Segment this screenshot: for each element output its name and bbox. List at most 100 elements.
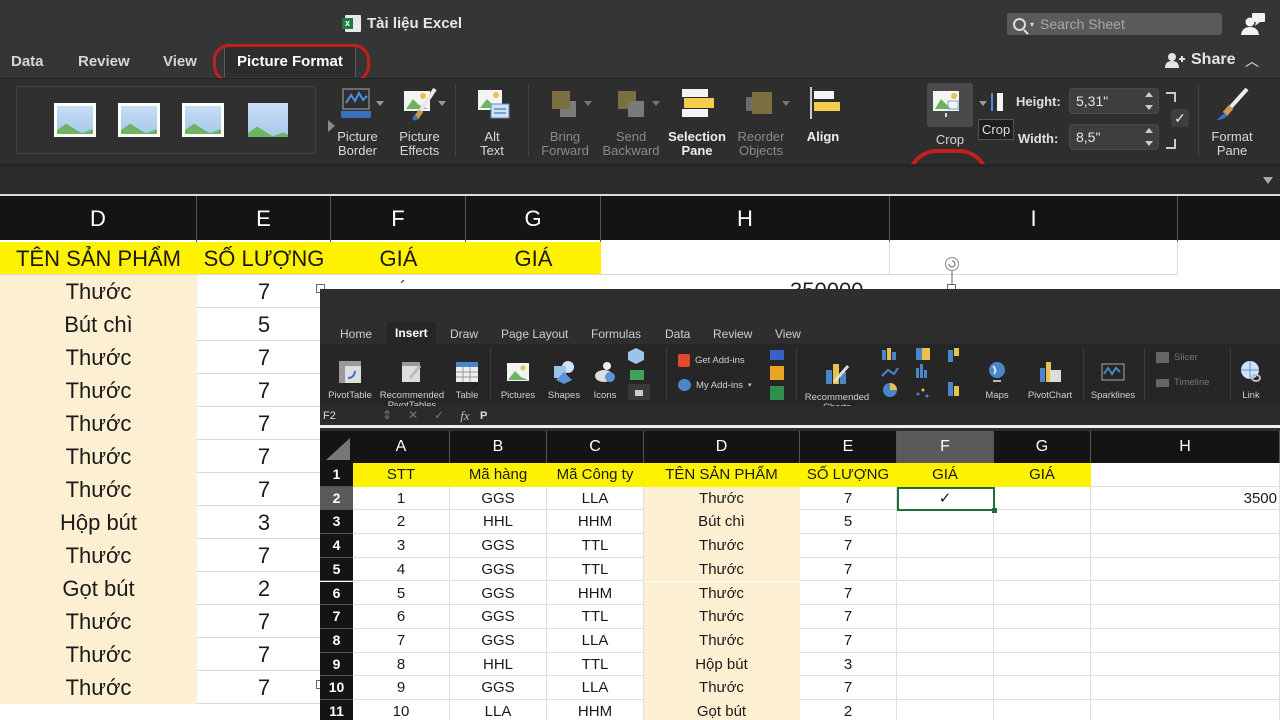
column-header[interactable]: F [331, 196, 466, 242]
cell[interactable] [994, 534, 1091, 558]
cell-quantity[interactable]: 3 [197, 506, 331, 539]
slicer-button[interactable]: Slicer [1156, 352, 1198, 363]
header-cell[interactable]: SỐ LƯỢNG [800, 463, 897, 487]
cell-quantity[interactable]: 7 [197, 374, 331, 407]
cell[interactable]: 3500 [1091, 486, 1280, 511]
cell[interactable]: 2 [800, 700, 897, 720]
cell[interactable]: Thước [644, 534, 800, 558]
cell[interactable] [1091, 605, 1280, 629]
cell[interactable]: HHM [547, 581, 644, 606]
cell[interactable]: 5 [353, 581, 450, 606]
row-header[interactable]: 9 [320, 652, 353, 677]
name-box-stepper-icon[interactable]: ⇕ [382, 408, 392, 424]
header-cell[interactable]: TÊN SẢN PHẨM [644, 463, 800, 487]
picture-style-thumbnail[interactable] [54, 103, 96, 137]
cell[interactable]: LLA [450, 700, 547, 720]
row-header[interactable]: 7 [320, 605, 353, 629]
cell-quantity[interactable]: 7 [197, 539, 331, 572]
cell[interactable]: GGS [450, 557, 547, 582]
cell[interactable]: Thước [644, 581, 800, 606]
cell[interactable]: TTL [547, 652, 644, 677]
stepper-up-icon[interactable] [1145, 128, 1153, 133]
width-stepper[interactable] [1144, 128, 1154, 146]
cell-product-name[interactable]: Thước [0, 440, 197, 473]
cell[interactable] [994, 557, 1091, 582]
enter-icon[interactable]: ✓ [434, 408, 444, 424]
link-button[interactable]: Link [1234, 350, 1268, 401]
column-header[interactable]: I [890, 196, 1178, 242]
header-cell[interactable]: STT [353, 463, 450, 487]
my-addins-button[interactable]: My Add-ins ▾ [678, 379, 752, 391]
cell[interactable] [897, 557, 994, 582]
sparklines-button[interactable]: Sparklines [1088, 350, 1138, 401]
cell[interactable]: 7 [800, 557, 897, 582]
height-field[interactable] [1069, 88, 1159, 114]
cell-product-name[interactable]: Thước [0, 341, 197, 374]
stepper-down-icon[interactable] [1145, 105, 1153, 110]
cell[interactable] [994, 605, 1091, 629]
cell-product-name[interactable]: Gọt bút [0, 572, 197, 605]
pictures-button[interactable]: Pictures [496, 350, 540, 401]
row-header[interactable]: 3 [320, 510, 353, 535]
cell[interactable]: 7 [800, 581, 897, 606]
header-cell[interactable]: Mã hàng [450, 463, 547, 487]
cell[interactable]: GGS [450, 486, 547, 511]
cell[interactable]: GGS [450, 534, 547, 558]
cell-product-name[interactable]: Thước [0, 605, 197, 638]
cell[interactable] [897, 700, 994, 720]
cell-product-name[interactable]: Hộp bút [0, 506, 197, 539]
row-header[interactable]: 8 [320, 628, 353, 653]
cell[interactable]: GGS [450, 581, 547, 606]
cell[interactable]: SỐ LƯỢNG [197, 242, 331, 275]
shapes-button[interactable]: Shapes [542, 350, 586, 401]
timeline-button[interactable]: Timeline [1156, 377, 1210, 388]
inner-tab-draw[interactable]: Draw [450, 327, 478, 341]
cell[interactable]: HHL [450, 652, 547, 677]
column-header[interactable]: A [353, 431, 450, 463]
cell[interactable]: GIÁ [466, 242, 601, 275]
cell[interactable]: 7 [800, 605, 897, 629]
inner-tab-data[interactable]: Data [665, 327, 690, 341]
cell[interactable]: GGS [450, 628, 547, 653]
cell[interactable]: 7 [800, 534, 897, 558]
icons-button[interactable]: Icons [588, 350, 622, 401]
cell[interactable]: 1 [353, 486, 450, 511]
cell-product-name[interactable]: Thước [0, 275, 197, 308]
cell[interactable]: HHM [547, 510, 644, 535]
cell[interactable]: Thước [644, 486, 800, 511]
picture-border-button[interactable]: Picture Border [330, 87, 385, 158]
comments-icon[interactable] [1240, 12, 1266, 36]
cell[interactable]: LLA [547, 676, 644, 700]
cell-quantity[interactable]: 2 [197, 572, 331, 605]
picture-style-thumbnail[interactable] [182, 103, 224, 137]
cell[interactable]: GIÁ [331, 242, 466, 275]
cell[interactable]: 7 [800, 676, 897, 700]
column-header[interactable]: E [800, 431, 897, 463]
header-cell[interactable]: Mã Công ty [547, 463, 644, 487]
chart-type-icons[interactable] [880, 346, 980, 402]
tab-review[interactable]: Review [78, 53, 130, 70]
cell[interactable]: 6 [353, 605, 450, 629]
cell[interactable]: Hộp bút [644, 652, 800, 677]
cell[interactable]: 5 [800, 510, 897, 535]
fill-handle[interactable] [992, 508, 997, 514]
recommended-pivottables-button[interactable]: Recommended PivotTables [378, 350, 446, 411]
cell-quantity[interactable]: 7 [197, 671, 331, 704]
cell[interactable]: Thước [644, 557, 800, 582]
table-button[interactable]: Table [450, 350, 484, 401]
cell[interactable] [1091, 628, 1280, 653]
cell[interactable] [994, 628, 1091, 653]
column-header[interactable]: D [644, 431, 800, 463]
row-header[interactable]: 5 [320, 557, 353, 582]
cell[interactable]: Thước [644, 628, 800, 653]
cancel-icon[interactable]: ✕ [408, 408, 418, 424]
cell-quantity[interactable]: 7 [197, 638, 331, 671]
cell[interactable]: 4 [353, 557, 450, 582]
header-cell[interactable]: GIÁ [994, 463, 1091, 487]
cell[interactable]: 7 [353, 628, 450, 653]
stepper-up-icon[interactable] [1145, 92, 1153, 97]
cell[interactable] [1091, 652, 1280, 677]
cell[interactable]: LLA [547, 628, 644, 653]
cell-quantity[interactable]: 7 [197, 605, 331, 638]
inner-tab-insert[interactable]: Insert [387, 322, 436, 344]
